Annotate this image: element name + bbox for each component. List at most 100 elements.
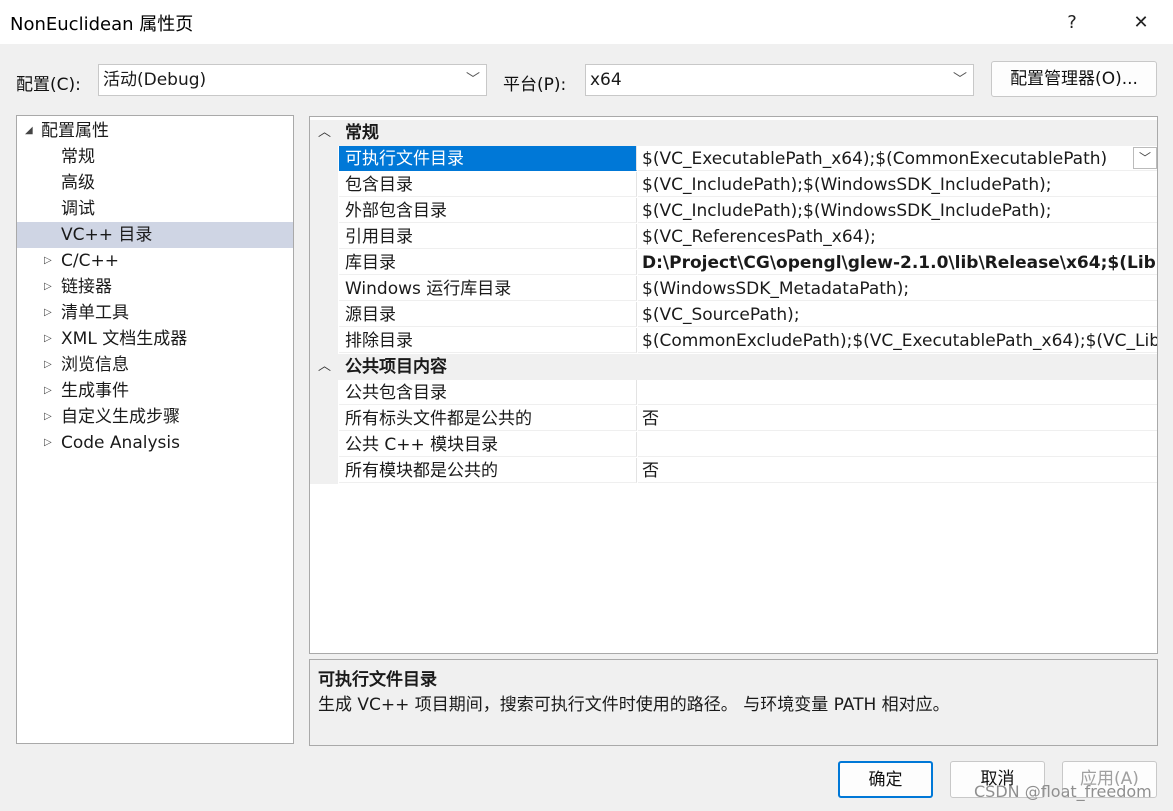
tree-item-label: VC++ 目录 xyxy=(61,225,153,245)
tree-item-build-events[interactable]: ▷ 生成事件 xyxy=(17,378,293,404)
expand-icon[interactable]: ▷ xyxy=(44,248,52,274)
collapse-icon[interactable]: ◢ xyxy=(25,118,33,144)
property-row[interactable]: 所有模块都是公共的 否 xyxy=(310,458,1157,484)
tree-item-code-analysis[interactable]: ▷ Code Analysis xyxy=(17,430,293,456)
property-row[interactable]: 可执行文件目录 $(VC_ExecutablePath_x64);$(Commo… xyxy=(310,146,1157,172)
property-row[interactable]: 公共包含目录 xyxy=(310,380,1157,406)
row-gutter xyxy=(310,380,338,406)
tree-item-label: 高级 xyxy=(61,173,95,193)
tree-item-label: Code Analysis xyxy=(61,433,180,453)
description-text: 生成 VC++ 项目期间，搜索可执行文件时使用的路径。 与环境变量 PATH 相… xyxy=(318,695,950,715)
property-name[interactable]: Windows 运行库目录 xyxy=(339,276,637,301)
property-tree: ◢ 配置属性 常规 高级 调试 VC++ 目录 ▷ C/C++ ▷ 链接器 ▷ … xyxy=(16,115,294,744)
category-label: 常规 xyxy=(345,123,379,143)
property-name[interactable]: 源目录 xyxy=(339,302,637,327)
chevron-down-icon: ﹀ xyxy=(953,72,967,88)
row-gutter xyxy=(310,458,338,484)
tree-item-advanced[interactable]: 高级 xyxy=(17,170,293,196)
expand-icon[interactable]: ▷ xyxy=(44,404,52,430)
ok-button[interactable]: 确定 xyxy=(838,761,933,798)
description-title: 可执行文件目录 xyxy=(318,670,437,690)
platform-dropdown[interactable]: x64 ﹀ xyxy=(585,64,974,96)
tree-item-label: 生成事件 xyxy=(61,381,129,401)
tree-item-general[interactable]: 常规 xyxy=(17,144,293,170)
property-row[interactable]: 所有标头文件都是公共的 否 xyxy=(310,406,1157,432)
property-row[interactable]: 引用目录 $(VC_ReferencesPath_x64); xyxy=(310,224,1157,250)
property-row[interactable]: 库目录 D:\Project\CG\opengl\glew-2.1.0\lib\… xyxy=(310,250,1157,276)
property-name[interactable]: 所有标头文件都是公共的 xyxy=(339,406,637,431)
tree-root-item[interactable]: ◢ 配置属性 xyxy=(17,118,293,144)
platform-label: 平台(P): xyxy=(503,75,567,95)
close-button[interactable]: ✕ xyxy=(1124,6,1158,38)
property-value[interactable]: $(VC_ReferencesPath_x64); xyxy=(638,224,1157,249)
tree-item-custom-build-step[interactable]: ▷ 自定义生成步骤 xyxy=(17,404,293,430)
expand-icon[interactable]: ▷ xyxy=(44,378,52,404)
property-value[interactable]: $(VC_SourcePath); xyxy=(638,302,1157,327)
tree-item-browse-info[interactable]: ▷ 浏览信息 xyxy=(17,352,293,378)
property-value[interactable]: $(VC_ExecutablePath_x64);$(CommonExecuta… xyxy=(638,146,1157,171)
expand-icon[interactable]: ▷ xyxy=(44,352,52,378)
property-row[interactable]: 排除目录 $(CommonExcludePath);$(VC_Executabl… xyxy=(310,328,1157,354)
expand-icon[interactable]: ▷ xyxy=(44,274,52,300)
configuration-value: 活动(Debug) xyxy=(103,70,207,90)
chevron-down-icon: ﹀ xyxy=(466,72,480,88)
tree-item-linker[interactable]: ▷ 链接器 xyxy=(17,274,293,300)
expand-icon[interactable]: ▷ xyxy=(44,300,52,326)
tree-item-c-cpp[interactable]: ▷ C/C++ xyxy=(17,248,293,274)
property-value[interactable] xyxy=(638,432,1157,457)
property-row[interactable]: 外部包含目录 $(VC_IncludePath);$(WindowsSDK_In… xyxy=(310,198,1157,224)
row-gutter xyxy=(310,432,338,458)
property-row[interactable]: Windows 运行库目录 $(WindowsSDK_MetadataPath)… xyxy=(310,276,1157,302)
title-bar: NonEuclidean 属性页 ? ✕ xyxy=(0,0,1173,44)
property-row[interactable]: 包含目录 $(VC_IncludePath);$(WindowsSDK_Incl… xyxy=(310,172,1157,198)
configuration-manager-button[interactable]: 配置管理器(O)... xyxy=(991,61,1157,97)
row-gutter xyxy=(310,250,338,276)
configuration-dropdown[interactable]: 活动(Debug) ﹀ xyxy=(98,64,487,96)
expand-icon[interactable]: ▷ xyxy=(44,430,52,456)
property-row[interactable]: 公共 C++ 模块目录 xyxy=(310,432,1157,458)
property-value[interactable]: D:\Project\CG\opengl\glew-2.1.0\lib\Rele… xyxy=(638,250,1157,275)
property-name[interactable]: 所有模块都是公共的 xyxy=(339,458,637,483)
tree-item-label: 清单工具 xyxy=(61,303,129,323)
description-panel: 可执行文件目录 生成 VC++ 项目期间，搜索可执行文件时使用的路径。 与环境变… xyxy=(309,659,1158,746)
property-value[interactable] xyxy=(638,380,1157,405)
platform-value: x64 xyxy=(590,70,622,90)
property-value[interactable]: $(WindowsSDK_MetadataPath); xyxy=(638,276,1157,301)
category-common-project-content[interactable]: ︿ 公共项目内容 xyxy=(310,354,1157,380)
property-name[interactable]: 可执行文件目录 xyxy=(339,146,637,171)
property-name[interactable]: 引用目录 xyxy=(339,224,637,249)
tree-item-label: C/C++ xyxy=(61,251,119,271)
tree-root-label: 配置属性 xyxy=(41,121,109,141)
chevron-up-icon[interactable]: ︿ xyxy=(318,120,331,146)
watermark: CSDN @float_freedom xyxy=(974,782,1152,801)
row-gutter xyxy=(310,276,338,302)
tree-item-debugging[interactable]: 调试 xyxy=(17,196,293,222)
category-general[interactable]: ︿ 常规 xyxy=(310,120,1157,146)
property-value[interactable]: $(VC_IncludePath);$(WindowsSDK_IncludePa… xyxy=(638,198,1157,223)
property-row[interactable]: 源目录 $(VC_SourcePath); xyxy=(310,302,1157,328)
row-gutter xyxy=(310,406,338,432)
expand-icon[interactable]: ▷ xyxy=(44,326,52,352)
chevron-up-icon[interactable]: ︿ xyxy=(318,354,331,380)
property-value[interactable]: 否 xyxy=(638,406,1157,431)
property-name[interactable]: 公共包含目录 xyxy=(339,380,637,405)
property-name[interactable]: 排除目录 xyxy=(339,328,637,353)
row-gutter xyxy=(310,146,338,172)
row-gutter xyxy=(310,302,338,328)
tree-item-vc-directories[interactable]: VC++ 目录 xyxy=(17,222,293,248)
property-value[interactable]: $(CommonExcludePath);$(VC_ExecutablePath… xyxy=(638,328,1157,353)
help-button[interactable]: ? xyxy=(1055,6,1089,38)
tree-item-manifest-tool[interactable]: ▷ 清单工具 xyxy=(17,300,293,326)
property-name[interactable]: 外部包含目录 xyxy=(339,198,637,223)
property-value[interactable]: $(VC_IncludePath);$(WindowsSDK_IncludePa… xyxy=(638,172,1157,197)
tree-item-label: 调试 xyxy=(61,199,95,219)
property-name[interactable]: 库目录 xyxy=(339,250,637,275)
row-gutter xyxy=(310,172,338,198)
value-dropdown-button[interactable]: ﹀ xyxy=(1133,147,1157,169)
window-title: NonEuclidean 属性页 xyxy=(10,14,194,35)
property-value[interactable]: 否 xyxy=(638,458,1157,483)
property-name[interactable]: 公共 C++ 模块目录 xyxy=(339,432,637,457)
tree-item-xml-doc-generator[interactable]: ▷ XML 文档生成器 xyxy=(17,326,293,352)
tree-item-label: 自定义生成步骤 xyxy=(61,407,180,427)
property-name[interactable]: 包含目录 xyxy=(339,172,637,197)
